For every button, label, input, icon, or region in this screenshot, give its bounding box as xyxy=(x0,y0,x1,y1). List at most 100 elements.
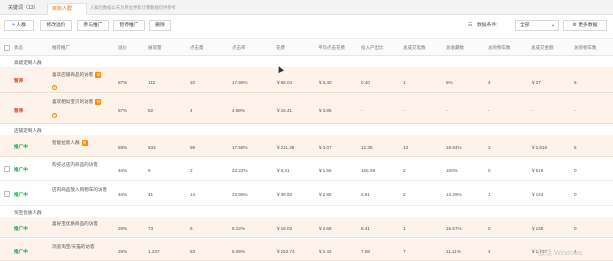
row-premium[interactable]: 58% xyxy=(118,145,127,150)
row-cpc: ￥1.66 xyxy=(318,168,332,173)
row-gmv: ￥144 xyxy=(531,192,544,197)
row-name: 购买过店内商品的访客 xyxy=(52,162,98,167)
filter-select[interactable]: 全部 ▼ xyxy=(515,20,559,31)
row-fav: 14.29% xyxy=(446,192,462,197)
tab-target-audience[interactable]: 目标人群 xyxy=(47,3,87,15)
pause-promotion-button[interactable]: 暂停推广 xyxy=(113,20,145,31)
tab-bar: 关键词（13） 目标人群 人群包数据以天为单位更新计算数据仅供参考 xyxy=(0,0,613,15)
row-premium[interactable]: 46% xyxy=(118,168,127,173)
row-ctr: 22.22% xyxy=(232,168,248,173)
row-cart: 2 xyxy=(488,145,491,150)
row-name-text: 喜欢相似宝贝的访客 xyxy=(52,99,94,105)
row-gmv: ￥2,616 xyxy=(531,145,548,150)
join-promotion-button[interactable]: 参与推广 xyxy=(77,20,109,31)
row-ctr: 22.95% xyxy=(232,192,248,197)
table-row[interactable]: 暂停 喜欢相似宝贝的访客荐 ✎ 87% 82 4 4.88% ￥15.41 ￥3… xyxy=(0,94,613,124)
group-header: 高级定制人群 xyxy=(0,57,613,67)
row-premium[interactable]: 87% xyxy=(118,108,127,113)
group-header: 淘宝优质人群 xyxy=(0,207,613,217)
row-fav: 16.67% xyxy=(446,226,462,231)
chevron-down-icon: ▼ xyxy=(551,23,555,28)
row-clicks: 63 xyxy=(190,249,196,254)
tab-keywords[interactable]: 关键词（13） xyxy=(4,3,48,15)
row-roi: 7.58 xyxy=(361,249,370,254)
row-roi: 155.59 xyxy=(361,168,376,173)
col-cpc[interactable]: 平均点击花费 xyxy=(318,45,345,51)
row-premium[interactable]: 28% xyxy=(118,226,127,231)
row-premium[interactable]: 46% xyxy=(118,192,127,197)
row-orders: 7 xyxy=(403,249,406,254)
row-roi: - xyxy=(361,108,363,113)
col-cart[interactable]: 总购物车数 xyxy=(488,45,511,51)
row-status[interactable]: 推广中 xyxy=(14,167,28,173)
row-gmv: ￥515 xyxy=(531,168,544,173)
row-gmv: - xyxy=(531,108,533,113)
table-row[interactable]: 推广中 浏览淘宝/天猫的访客 28% 1,237 63 5.09% ￥152.7… xyxy=(0,239,613,261)
row-orders: 1 xyxy=(403,80,406,85)
col-cost[interactable]: 花费 xyxy=(276,45,285,51)
group-title: 店铺定制人群 xyxy=(14,128,42,133)
row-cart: 0 xyxy=(488,226,491,231)
edit-icon[interactable]: ✎ xyxy=(52,113,57,118)
table-row[interactable]: 推广中 喜好宝优质商品的访客 28% 73 6 8.22% ￥16.03 ￥2.… xyxy=(0,217,613,238)
row-impressions: 73 xyxy=(148,226,154,231)
row-fav: - xyxy=(446,108,448,113)
row-cost: ￥152.74 xyxy=(276,249,295,254)
row-name: 智能拉新人群荐 xyxy=(52,140,88,146)
row-clicks: 20 xyxy=(190,80,196,85)
col-orders[interactable]: 总成交笔数 xyxy=(403,45,426,51)
row-cart2: 0 xyxy=(574,192,577,197)
recommend-badge: 荐 xyxy=(95,72,102,78)
col-gmv[interactable]: 总成交金额 xyxy=(531,45,554,51)
row-cpc: ￥3.40 xyxy=(318,80,332,85)
row-name-text: 智能拉新人群 xyxy=(52,140,80,146)
row-cpc: ￥2.85 xyxy=(318,192,332,197)
row-fav: 18.84% xyxy=(446,145,462,150)
row-clicks: 69 xyxy=(190,145,196,150)
table-header: 状态 推荐推广 溢价 展现量 点击量 点击率 花费 平均点击花费 投入产出比 总… xyxy=(0,38,613,56)
table-row[interactable]: 推广中 购买过店内商品的访客 46% 9 2 22.22% ￥3.31 ￥1.6… xyxy=(0,158,613,181)
modify-premium-button[interactable]: 修改溢价 xyxy=(40,20,72,31)
delete-button[interactable]: 删除 xyxy=(149,20,171,31)
windows-watermark: 激活 Windows xyxy=(538,250,583,257)
col-roi[interactable]: 投入产出比 xyxy=(361,45,384,51)
col-fav[interactable]: 总收藏数 xyxy=(446,45,464,51)
row-cpc: ￥2.68 xyxy=(318,226,332,231)
row-premium[interactable]: 87% xyxy=(118,80,127,85)
add-audience-button[interactable]: + 人群 xyxy=(4,20,34,31)
row-cpc: ￥3.85 xyxy=(318,108,332,113)
table-row[interactable]: 推广中 店内商品放入购物车的访客 46% 41 14 22.95% ￥39.93… xyxy=(0,182,613,206)
table-row[interactable]: 暂停 喜欢店铺商品的访客荐 ✎ 87% 112 20 17.86% ￥68.04… xyxy=(0,67,613,93)
col-name[interactable]: 推荐推广 xyxy=(52,45,70,51)
row-status[interactable]: 暂停 xyxy=(14,108,23,114)
row-gmv: ￥135 xyxy=(531,226,544,231)
row-status[interactable]: 暂停 xyxy=(14,78,23,84)
row-status[interactable]: 推广中 xyxy=(14,249,28,255)
row-checkbox[interactable] xyxy=(4,166,10,172)
row-status[interactable]: 推广中 xyxy=(14,192,28,198)
row-fav: 11.11% xyxy=(446,249,461,254)
row-status[interactable]: 推广中 xyxy=(14,226,28,232)
select-all-checkbox[interactable] xyxy=(4,45,10,51)
col-premium[interactable]: 溢价 xyxy=(118,45,127,51)
row-cart2: 6 xyxy=(574,80,577,85)
row-premium[interactable]: 28% xyxy=(118,249,127,254)
col-status[interactable]: 状态 xyxy=(14,45,23,51)
row-status[interactable]: 推广中 xyxy=(14,144,28,150)
row-cart2: 0 xyxy=(574,226,577,231)
row-orders: 2 xyxy=(403,168,406,173)
grid-icon[interactable]: ☷ xyxy=(468,20,472,31)
toolbar: + 人群 修改溢价 参与推广 暂停推广 删除 ☷ 数据条件: 全部 ▼ ⚙ 更多… xyxy=(0,15,613,37)
row-clicks: 2 xyxy=(190,168,193,173)
col-ctr[interactable]: 点击率 xyxy=(232,45,246,51)
table-row[interactable]: 推广中 智能拉新人群荐 58% ¥34 69 17.58% ￥211.38 ￥3… xyxy=(0,135,613,157)
col-impressions[interactable]: 展现量 xyxy=(148,45,162,51)
edit-icon[interactable]: ✎ xyxy=(52,85,57,90)
col-cart2[interactable]: 总购物车数 xyxy=(574,45,597,51)
row-checkbox[interactable] xyxy=(4,191,10,197)
more-data-button[interactable]: ⚙ 更多数据 xyxy=(563,20,607,31)
filter-value: 全部 xyxy=(520,23,530,28)
col-clicks[interactable]: 点击量 xyxy=(190,45,204,51)
row-ctr: 5.09% xyxy=(232,249,246,254)
plus-icon: + xyxy=(12,23,15,28)
